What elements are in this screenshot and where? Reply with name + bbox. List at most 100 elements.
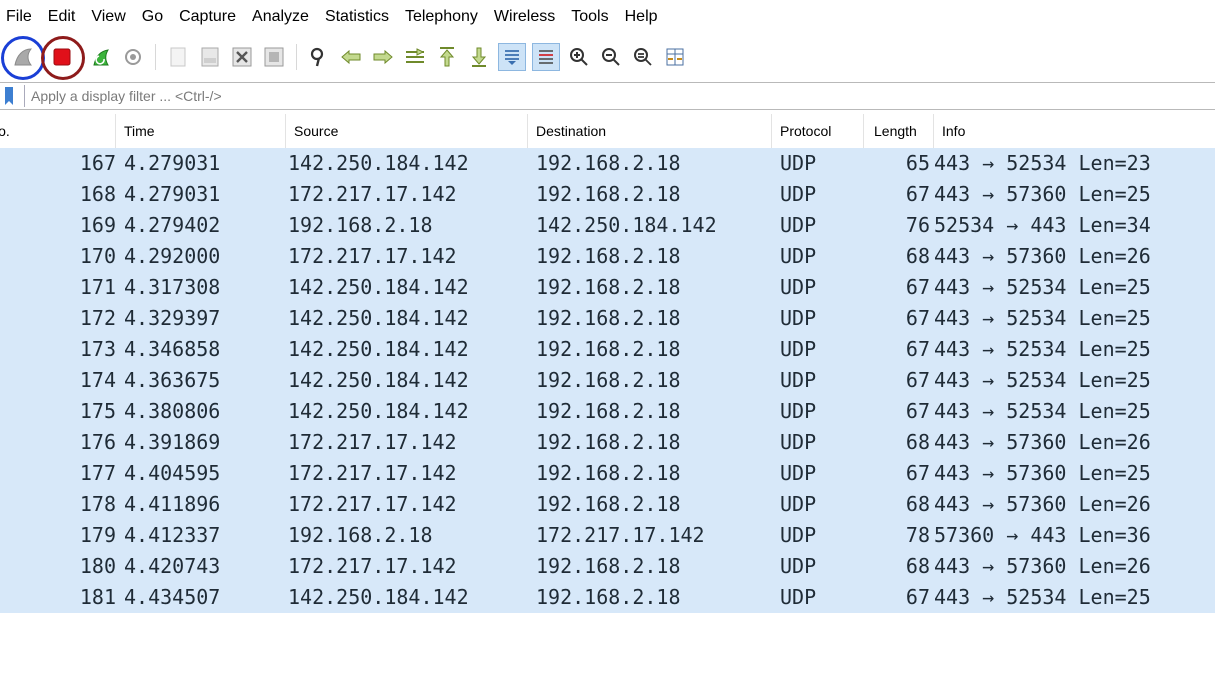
menu-telephony[interactable]: Telephony	[397, 0, 486, 33]
packet-row[interactable]: 167 4.279031 142.250.184.142 192.168.2.18 UD…	[0, 148, 1215, 179]
find-packet-button[interactable]	[306, 44, 332, 70]
shark-fin-icon	[14, 48, 33, 66]
packet-row[interactable]: 177 4.404595 172.217.17.142 192.168.2.18 UDP…	[0, 458, 1215, 489]
column-header-no[interactable]: No.	[0, 114, 116, 148]
packet-number: 169	[79, 213, 116, 237]
file-icon	[170, 47, 186, 67]
packet-info: 443 → 57360 Len=26	[934, 554, 1151, 578]
start-capture-button[interactable]	[1, 36, 45, 80]
menu-view[interactable]: View	[83, 0, 133, 33]
auto-scroll-button[interactable]	[498, 43, 526, 71]
packet-row[interactable]: 169 4.279402 192.168.2.18 142.250.184.142 UD…	[0, 210, 1215, 241]
packet-time: 4.317308	[124, 275, 221, 299]
menu-help[interactable]: Help	[617, 0, 666, 33]
packet-source: 172.217.17.142	[288, 492, 457, 516]
reload-file-button[interactable]	[261, 44, 287, 70]
column-header-length[interactable]: Length	[864, 114, 934, 148]
menu-file[interactable]: File	[0, 0, 40, 33]
open-file-button[interactable]	[165, 44, 191, 70]
column-header-info[interactable]: Info	[934, 114, 1215, 148]
menu-statistics[interactable]: Statistics	[317, 0, 397, 33]
zoom-normal-button[interactable]	[630, 44, 656, 70]
packet-info: 443 → 52534 Len=25	[934, 585, 1151, 609]
menu-analyze[interactable]: Analyze	[244, 0, 317, 33]
packet-number: 174	[79, 368, 116, 392]
packet-row[interactable]: 172 4.329397 142.250.184.142 192.168.2.18 UD…	[0, 303, 1215, 334]
auto-scroll-icon	[505, 50, 519, 65]
column-header-source[interactable]: Source	[286, 114, 528, 148]
arrow-left-icon	[341, 49, 361, 65]
packet-time: 4.292000	[124, 244, 221, 268]
packet-row[interactable]: 179 4.412337 192.168.2.18 172.217.17.142 UDP…	[0, 520, 1215, 551]
packet-destination: 192.168.2.18	[536, 368, 681, 392]
packet-row[interactable]: 171 4.317308 142.250.184.142 192.168.2.18 UD…	[0, 272, 1215, 303]
packet-time: 4.346858	[124, 337, 221, 361]
filter-separator	[24, 85, 25, 107]
packet-row[interactable]: 175 4.380806 142.250.184.142 192.168.2.18 UD…	[0, 396, 1215, 427]
packet-length: 67	[905, 275, 930, 299]
packet-number: 175	[79, 399, 116, 423]
packet-info: 443 → 57360 Len=25	[934, 182, 1151, 206]
packet-number: 167	[79, 151, 116, 175]
packet-row[interactable]: 176 4.391869 172.217.17.142 192.168.2.18 UDP…	[0, 427, 1215, 458]
packet-time: 4.411896	[124, 492, 221, 516]
display-filter-bar	[0, 82, 1215, 110]
zoom-in-button[interactable]	[566, 44, 592, 70]
packet-length: 65	[905, 151, 930, 175]
packet-number: 176	[79, 430, 116, 454]
colorize-button[interactable]	[532, 43, 560, 71]
packet-source: 142.250.184.142	[288, 306, 469, 330]
toolbar-separator	[155, 44, 156, 70]
restart-capture-button[interactable]	[88, 44, 114, 70]
save-file-button[interactable]	[197, 44, 223, 70]
go-to-packet-button[interactable]	[402, 44, 428, 70]
packet-time: 4.279031	[124, 182, 221, 206]
display-filter-input[interactable]	[31, 85, 1181, 107]
packet-info: 443 → 52534 Len=25	[934, 337, 1151, 361]
menu-go[interactable]: Go	[134, 0, 171, 33]
packet-length: 67	[905, 368, 930, 392]
packet-row[interactable]: 178 4.411896 172.217.17.142 192.168.2.18 UDP…	[0, 489, 1215, 520]
menu-edit[interactable]: Edit	[40, 0, 84, 33]
packet-source: 172.217.17.142	[288, 244, 457, 268]
packet-row[interactable]: 181 4.434507 142.250.184.142 192.168.2.18 UD…	[0, 582, 1215, 613]
packet-info: 443 → 52534 Len=25	[934, 399, 1151, 423]
zoom-out-button[interactable]	[598, 44, 624, 70]
packet-source: 172.217.17.142	[288, 430, 457, 454]
packet-protocol: UDP	[780, 368, 817, 392]
packet-row[interactable]: 173 4.346858 142.250.184.142 192.168.2.18 UD…	[0, 334, 1215, 365]
packet-row[interactable]: 180 4.420743 172.217.17.142 192.168.2.18 UDP…	[0, 551, 1215, 582]
packet-row[interactable]: 168 4.279031 172.217.17.142 192.168.2.18 UDP…	[0, 179, 1215, 210]
packet-destination: 192.168.2.18	[536, 306, 681, 330]
packet-protocol: UDP	[780, 182, 817, 206]
packet-source: 172.217.17.142	[288, 182, 457, 206]
column-header-protocol[interactable]: Protocol	[772, 114, 864, 148]
packet-info: 52534 → 443 Len=34	[934, 213, 1151, 237]
go-first-button[interactable]	[434, 44, 460, 70]
bookmark-icon[interactable]	[2, 85, 16, 107]
close-file-button[interactable]	[229, 44, 255, 70]
menu-tools[interactable]: Tools	[563, 0, 616, 33]
column-header-time[interactable]: Time	[116, 114, 286, 148]
packet-time: 4.380806	[124, 399, 221, 423]
menu-capture[interactable]: Capture	[171, 0, 244, 33]
packet-row[interactable]: 170 4.292000 172.217.17.142 192.168.2.18 UDP…	[0, 241, 1215, 272]
main-toolbar	[0, 35, 1215, 80]
menu-wireless[interactable]: Wireless	[486, 0, 563, 33]
go-back-button[interactable]	[338, 44, 364, 70]
resize-columns-button[interactable]	[662, 44, 688, 70]
packet-length: 78	[905, 523, 930, 547]
packet-row[interactable]: 174 4.363675 142.250.184.142 192.168.2.18 UD…	[0, 365, 1215, 396]
go-last-button[interactable]	[466, 44, 492, 70]
go-forward-button[interactable]	[370, 44, 396, 70]
packet-time: 4.404595	[124, 461, 221, 485]
packet-protocol: UDP	[780, 244, 817, 268]
stop-capture-button[interactable]	[41, 36, 85, 80]
packet-source: 192.168.2.18	[288, 523, 433, 547]
column-header-destination[interactable]: Destination	[528, 114, 772, 148]
packet-source: 142.250.184.142	[288, 151, 469, 175]
packet-destination: 172.217.17.142	[536, 523, 705, 547]
capture-options-button[interactable]	[120, 44, 146, 70]
packet-protocol: UDP	[780, 275, 817, 299]
packet-protocol: UDP	[780, 213, 817, 237]
